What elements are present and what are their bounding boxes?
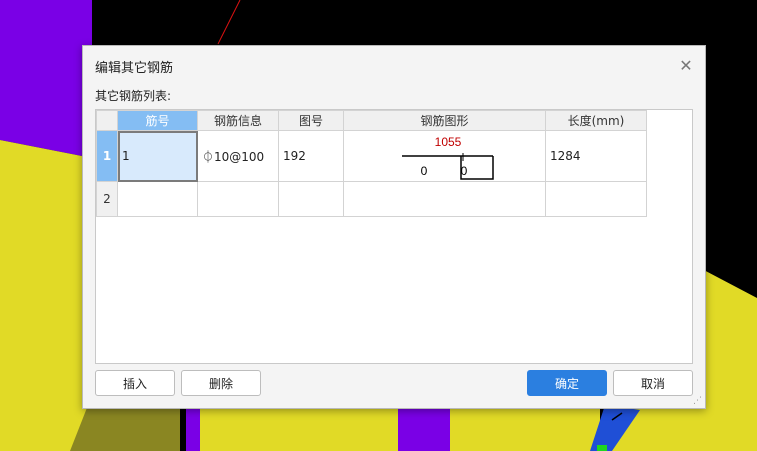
cell-figure-number[interactable] — [278, 181, 344, 217]
table-row: 1 1 ⏀10@100 192 1055 0 0 1284 — [96, 130, 647, 182]
cell-rebar-info[interactable]: ⏀10@100 — [197, 130, 279, 182]
row-number[interactable]: 2 — [96, 181, 118, 217]
shape-left-value: 0 — [421, 164, 428, 178]
insert-button[interactable]: 插入 — [95, 370, 175, 396]
column-header-bar-number[interactable]: 筋号 — [117, 110, 198, 131]
close-icon[interactable]: ✕ — [675, 54, 697, 76]
rebar-shape-figure: 1055 0 0 — [402, 135, 494, 180]
cell-bar-number[interactable] — [117, 181, 198, 217]
table-row: 2 — [96, 181, 647, 217]
resize-grip-icon[interactable]: ⋰ — [693, 396, 703, 406]
shape-dimension-label: 1055 — [435, 135, 462, 149]
cell-length[interactable] — [545, 181, 647, 217]
cell-rebar-shape[interactable] — [343, 181, 546, 217]
cell-bar-number[interactable]: 1 — [117, 130, 198, 182]
rebar-table: 筋号 钢筋信息 图号 钢筋图形 长度(mm) 1 1 ⏀10@100 192 1… — [96, 110, 647, 217]
column-header-figure-number[interactable]: 图号 — [278, 110, 344, 131]
dialog-title: 编辑其它钢筋 — [95, 61, 174, 76]
cell-figure-number[interactable]: 192 — [278, 130, 344, 182]
ok-button[interactable]: 确定 — [527, 370, 607, 396]
rebar-grid[interactable]: 筋号 钢筋信息 图号 钢筋图形 长度(mm) 1 1 ⏀10@100 192 1… — [95, 109, 693, 364]
shape-right-value: 0 — [461, 164, 468, 178]
column-header-rebar-info[interactable]: 钢筋信息 — [197, 110, 279, 131]
cell-rebar-info[interactable] — [197, 181, 279, 217]
delete-button[interactable]: 删除 — [181, 370, 261, 396]
corner-cell[interactable] — [96, 110, 118, 131]
rebar-list-label: 其它钢筋列表: — [95, 89, 172, 103]
cell-length[interactable]: 1284 — [545, 130, 647, 182]
cancel-button[interactable]: 取消 — [613, 370, 693, 396]
table-header-row: 筋号 钢筋信息 图号 钢筋图形 长度(mm) — [96, 110, 647, 131]
edit-other-rebar-dialog: 编辑其它钢筋 ✕ 其它钢筋列表: 筋号 钢筋信息 图号 钢筋图形 长度(mm) — [82, 45, 706, 409]
column-header-length[interactable]: 长度(mm) — [545, 110, 647, 131]
cell-rebar-shape[interactable]: 1055 0 0 — [343, 130, 546, 182]
column-header-rebar-shape[interactable]: 钢筋图形 — [343, 110, 546, 131]
row-number[interactable]: 1 — [96, 130, 118, 182]
